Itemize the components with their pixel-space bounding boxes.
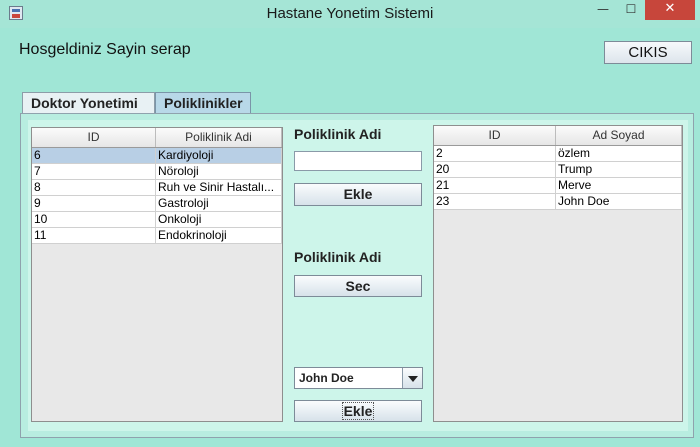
- cell-id: 8: [32, 180, 156, 195]
- cell-id: 20: [434, 162, 556, 177]
- cell-name: Gastroloji: [156, 196, 282, 211]
- table-row[interactable]: 8 Ruh ve Sinir Hastalı...: [32, 180, 282, 196]
- doctor-table[interactable]: ID Ad Soyad 2 özlem 20 Trump 21 Merve 23 John D…: [433, 125, 683, 422]
- table-row[interactable]: 9 Gastroloji: [32, 196, 282, 212]
- poliklinik-table[interactable]: ID Poliklinik Adi 6 Kardiyoloji 7 Nöroloji 8…: [31, 127, 283, 422]
- add-poliklinik-label: Poliklinik Adi: [294, 126, 382, 142]
- cell-name: Ruh ve Sinir Hastalı...: [156, 180, 282, 195]
- add-poliklinik-button[interactable]: Ekle: [294, 183, 422, 206]
- table-header: ID Ad Soyad: [434, 126, 682, 146]
- column-header-id[interactable]: ID: [32, 128, 156, 147]
- cell-name: özlem: [556, 146, 682, 161]
- cell-name: Endokrinoloji: [156, 228, 282, 243]
- assign-doctor-button[interactable]: Ekle: [294, 400, 422, 422]
- cell-id: 10: [32, 212, 156, 227]
- cell-id: 6: [32, 148, 156, 163]
- table-row[interactable]: 23 John Doe: [434, 194, 682, 210]
- select-button[interactable]: Sec: [294, 275, 422, 297]
- cell-name: Onkoloji: [156, 212, 282, 227]
- cell-name: John Doe: [556, 194, 682, 209]
- cell-id: 23: [434, 194, 556, 209]
- column-header-ad-soyad[interactable]: Ad Soyad: [556, 126, 682, 145]
- minimize-button[interactable]: —: [590, 0, 616, 20]
- title-bar: Hastane Yonetim Sistemi — ☐ ✕: [0, 0, 700, 28]
- assign-doctor-button-label: Ekle: [341, 402, 375, 420]
- column-header-poliklinik-adi[interactable]: Poliklinik Adi: [156, 128, 282, 147]
- column-header-id[interactable]: ID: [434, 126, 556, 145]
- table-row[interactable]: 7 Nöroloji: [32, 164, 282, 180]
- table-row[interactable]: 21 Merve: [434, 178, 682, 194]
- cell-name: Nöroloji: [156, 164, 282, 179]
- tab-doktor-yonetimi[interactable]: Doktor Yonetimi: [22, 92, 155, 114]
- cell-name: Merve: [556, 178, 682, 193]
- cell-name: Kardiyoloji: [156, 148, 282, 163]
- cell-id: 21: [434, 178, 556, 193]
- table-row[interactable]: 2 özlem: [434, 146, 682, 162]
- table-row[interactable]: 11 Endokrinoloji: [32, 228, 282, 244]
- select-poliklinik-label: Poliklinik Adi: [294, 249, 382, 265]
- cell-id: 2: [434, 146, 556, 161]
- cell-id: 11: [32, 228, 156, 243]
- table-header: ID Poliklinik Adi: [32, 128, 282, 148]
- maximize-button[interactable]: ☐: [618, 0, 644, 20]
- tab-poliklinikler[interactable]: Poliklinikler: [155, 92, 251, 114]
- table-row[interactable]: 6 Kardiyoloji: [32, 148, 282, 164]
- doctor-dropdown-value: John Doe: [299, 371, 354, 385]
- table-row[interactable]: 20 Trump: [434, 162, 682, 178]
- logout-button[interactable]: CIKIS: [604, 41, 692, 64]
- cell-id: 7: [32, 164, 156, 179]
- cell-name: Trump: [556, 162, 682, 177]
- cell-id: 9: [32, 196, 156, 211]
- table-row[interactable]: 10 Onkoloji: [32, 212, 282, 228]
- close-button[interactable]: ✕: [645, 0, 695, 20]
- welcome-message: Hosgeldiniz Sayin serap: [19, 41, 191, 58]
- chevron-down-icon[interactable]: [402, 368, 422, 388]
- poliklinik-name-input[interactable]: [294, 151, 422, 171]
- doctor-dropdown[interactable]: John Doe: [294, 367, 423, 389]
